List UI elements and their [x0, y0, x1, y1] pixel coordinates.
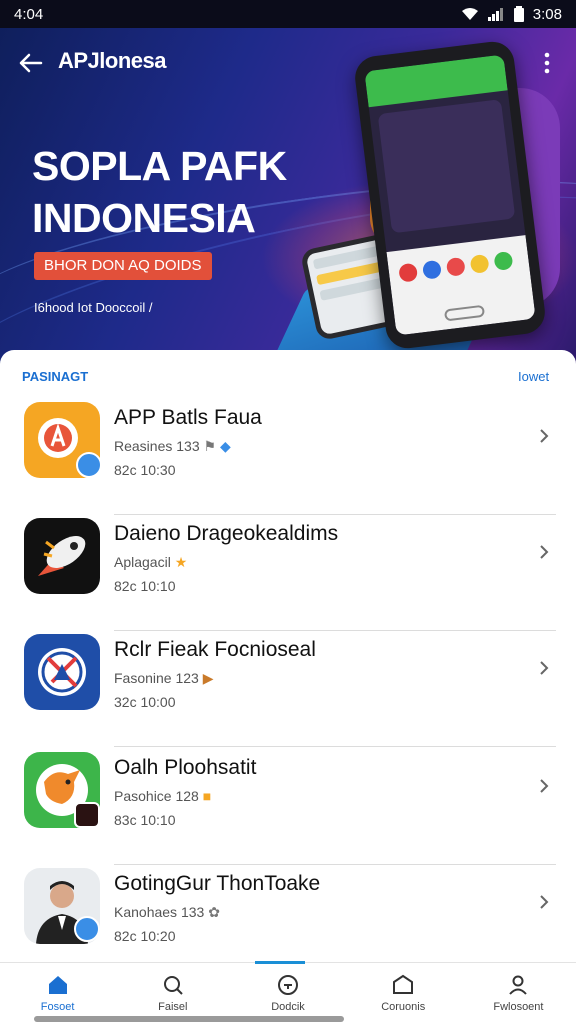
- app-name: APP Batls Faua: [114, 406, 262, 429]
- app-name: GotingGur ThonToake: [114, 872, 321, 895]
- app-meta: Aplagacil ★: [114, 554, 187, 571]
- nav-label: Fwlosoent: [493, 1001, 544, 1013]
- chevron-right-icon: [540, 779, 549, 793]
- phone-app-dot: [445, 256, 466, 277]
- app-meta-text: Pasohice 128: [114, 788, 199, 804]
- app-time: 82c 10:20: [114, 928, 176, 944]
- app-time: 82c 10:10: [114, 578, 176, 594]
- phone-app-dot: [469, 253, 490, 274]
- more-options-button[interactable]: [532, 48, 562, 78]
- chevron-right-icon: [540, 895, 549, 909]
- row-divider: [114, 630, 556, 631]
- nav-label: Fosoet: [40, 1001, 75, 1013]
- star-icon: ★: [174, 554, 188, 570]
- nav-label: Coruonis: [381, 1001, 426, 1013]
- search-icon: [163, 976, 183, 995]
- shield-icon: ◆: [219, 438, 231, 454]
- nav-label: Dodcik: [271, 1001, 305, 1013]
- clock-icon: [278, 975, 298, 995]
- hero-title-line1: SOPLA PAFK: [32, 143, 287, 189]
- app-meta: Kanohaes 133 ✿: [114, 904, 220, 921]
- phone-screen-dock: [386, 235, 536, 336]
- row-divider: [114, 864, 556, 865]
- nav-item-folder[interactable]: Coruonis: [346, 963, 461, 1024]
- battery-icon: [513, 6, 525, 22]
- app-name: Daieno Dragеokealdims: [114, 522, 339, 545]
- more-vertical-icon: [544, 52, 550, 74]
- status-time-right: 3:08: [532, 5, 562, 23]
- status-bar: 4:04 3:08: [0, 0, 576, 28]
- app-time: 32c 10:00: [114, 694, 176, 710]
- back-arrow-icon: [19, 53, 43, 73]
- phone-app-dot: [398, 262, 419, 283]
- hero-cta-button[interactable]: BHOR DON AQ DOIDS: [34, 252, 212, 280]
- nav-label: Faisel: [158, 1001, 188, 1013]
- app-name: Oalh Ploohsatit: [114, 756, 257, 779]
- app-meta: Reasines 133 ⚑ ◆: [114, 438, 231, 455]
- hero-title-line2: INDONESIA: [32, 195, 256, 241]
- verified-badge-icon: [74, 916, 100, 942]
- phone-illustration-main: [352, 39, 548, 351]
- tag-icon: ⚑: [203, 438, 217, 454]
- row-divider: [114, 514, 556, 515]
- app-list-item[interactable]: Oalh Ploohsatit Pasohice 128 ■ 83c 10:10: [22, 750, 556, 865]
- section-label: PASINAGT: [22, 369, 89, 384]
- tag-icon: ▶: [202, 670, 214, 686]
- nav-item-home[interactable]: Fosoet: [0, 963, 115, 1024]
- hero-subtitle: I6hood Iot Dooccoil /: [34, 300, 153, 315]
- chevron-right-icon: [540, 429, 549, 443]
- app-brand: APJlonesa: [58, 48, 167, 73]
- nav-item-profile[interactable]: Fwlosoent: [461, 963, 576, 1024]
- app-time: 82c 10:30: [114, 462, 176, 478]
- chevron-right-icon: [540, 545, 549, 559]
- hero-title: SOPLA PAFK INDONESIA: [32, 140, 332, 244]
- app-list-sheet: PASINAGT Iowet APP Batls Faua Reasines 1…: [0, 350, 576, 962]
- home-icon: [48, 976, 67, 994]
- chevron-right-icon: [540, 661, 549, 675]
- app-meta-text: Kanohaes 133: [114, 904, 205, 920]
- hero-banner: APJlonesa SOPLA PAFK INDONESIA BHOR DON …: [0, 28, 576, 368]
- bottom-navigation: Fosoet Faisel Dodcik Coruonis Fwlosoent: [0, 961, 576, 1024]
- row-divider: [114, 746, 556, 747]
- rocket-icon: [24, 518, 100, 594]
- app-meta-text: Aplagacil: [114, 554, 171, 570]
- tag-icon: ■: [202, 788, 212, 804]
- app-meta: Fasonine 123 ▶: [114, 670, 214, 687]
- status-icons: 3:08: [461, 6, 562, 23]
- phone-screen-header: [364, 54, 508, 108]
- phone-home-button: [443, 304, 486, 322]
- phone-screen: [364, 54, 536, 336]
- home-gesture-bar[interactable]: [34, 1016, 344, 1022]
- folder-icon: [393, 974, 414, 994]
- phone-app-dot: [493, 250, 514, 272]
- app-name: Rclr Fieak Focnioseal: [114, 638, 316, 661]
- back-button[interactable]: [16, 48, 46, 78]
- phone-screen-card: [377, 99, 516, 234]
- app-meta-text: Reasines 133: [114, 438, 200, 454]
- phone-app-dot: [421, 259, 443, 280]
- nav-item-clock[interactable]: Dodcik: [230, 963, 345, 1024]
- signal-icon: [487, 7, 505, 21]
- app-meta-text: Fasonine 123: [114, 670, 199, 686]
- app-meta: Pasohice 128 ■: [114, 788, 211, 804]
- app-list-item[interactable]: Rclr Fieak Focnioseal Fasonine 123 ▶ 32c…: [22, 632, 556, 747]
- verified-badge-icon: [76, 452, 102, 478]
- wifi-icon: [461, 7, 479, 21]
- nav-item-search[interactable]: Faisel: [115, 963, 230, 1024]
- app-list-item[interactable]: Daieno Dragеokealdims Aplagacil ★ 82c 10…: [22, 516, 556, 631]
- user-icon: [509, 975, 528, 995]
- status-time-left: 4:04: [14, 5, 44, 23]
- app-time: 83c 10:10: [114, 812, 176, 828]
- section-action-link[interactable]: Iowet: [518, 369, 549, 384]
- app-list-item[interactable]: APP Batls Faua Reasines 133 ⚑ ◆ 82c 10:3…: [22, 400, 556, 515]
- compass-icon: [24, 634, 100, 710]
- tag-icon: ✿: [208, 904, 220, 920]
- app-badge-icon: [74, 802, 100, 828]
